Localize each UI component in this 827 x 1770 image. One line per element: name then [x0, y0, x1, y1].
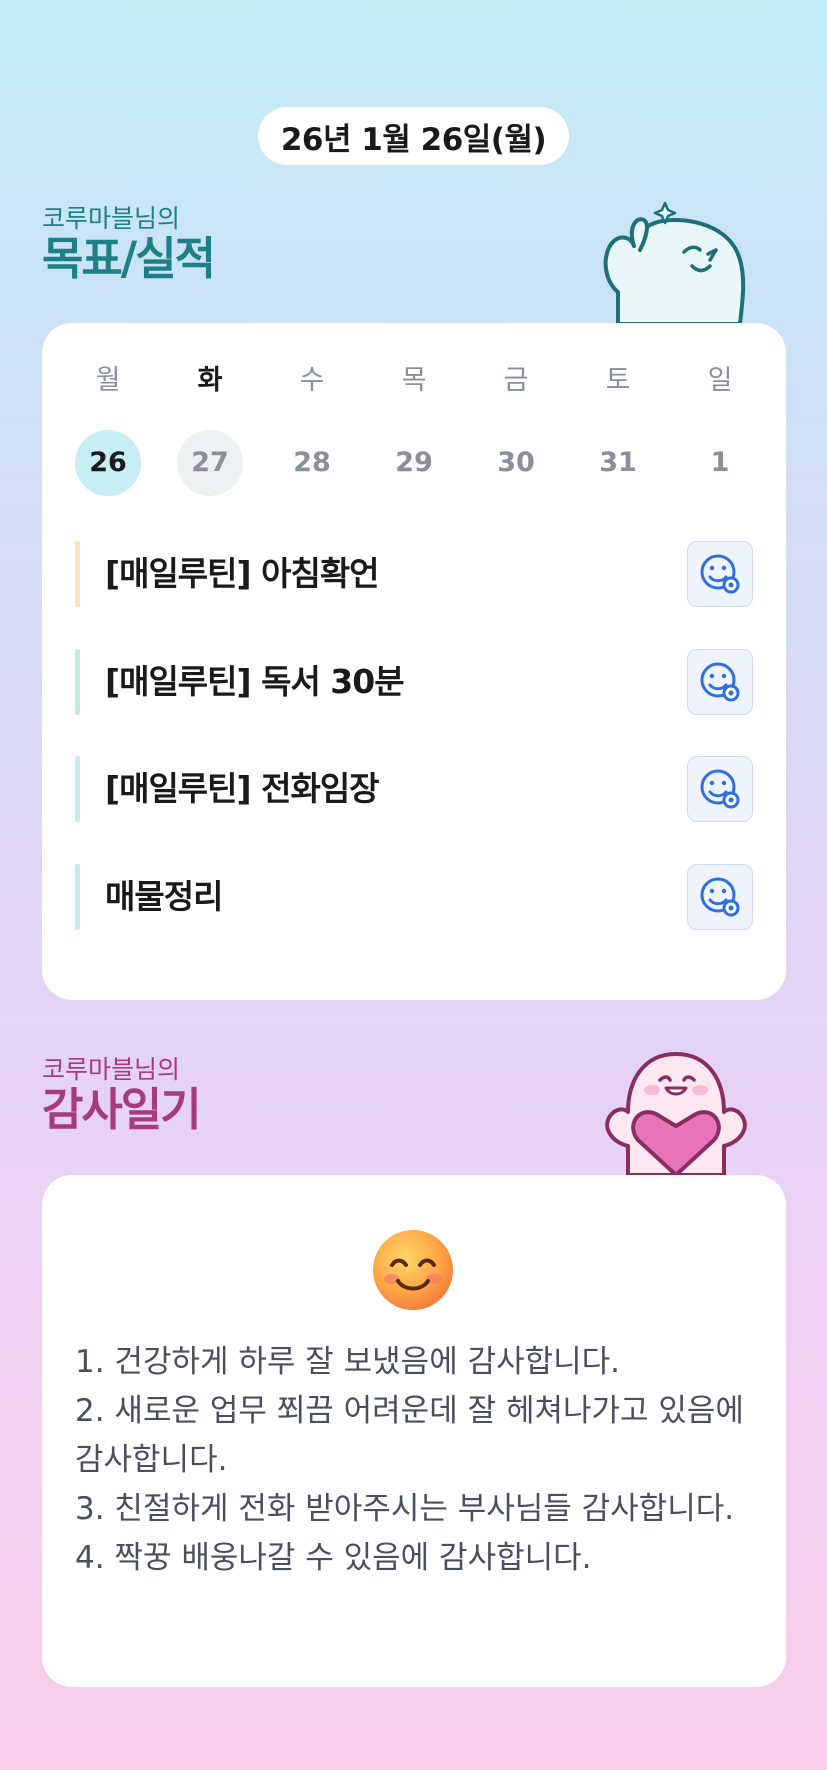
date-cell[interactable]: 28 [279, 430, 345, 496]
weekday-label: 월 [95, 365, 121, 396]
thanks-subtitle: 코루마블님의 [42, 1055, 181, 1084]
goals-title: 목표/실적 [42, 232, 216, 285]
pink-mascot-heart-illustration [605, 1052, 747, 1175]
date-cell[interactable]: 30 [483, 430, 549, 496]
goal-label: [매일루틴] 아침확언 [105, 554, 380, 593]
goal-item[interactable]: [매일루틴] 독서 30분 [75, 649, 753, 715]
goals-section-header: 코루마블님의 목표/실적 [42, 204, 216, 285]
goal-color-bar [75, 756, 80, 822]
diary-text: 1. 건강하게 하루 잘 보냈음에 감사합니다. 2. 새로운 업무 쬐끔 어려… [75, 1344, 744, 1576]
date-cell[interactable]: 31 [585, 430, 651, 496]
date-header: 26년 1월 26일(월) [258, 107, 569, 165]
weekday-label: 화 [197, 365, 223, 396]
weekday-row: 월 화 수 목 금 토 일 [42, 361, 786, 401]
thanks-section-header: 코루마블님의 감사일기 [42, 1055, 202, 1136]
goal-item[interactable]: [매일루틴] 아침확언 [75, 541, 753, 607]
date-cell-today[interactable]: 27 [177, 430, 243, 496]
goal-label: [매일루틴] 전화임장 [105, 769, 380, 808]
add-reaction-button[interactable] [687, 756, 753, 822]
goals-card: 월 화 수 목 금 토 일 26 27 28 29 30 31 1 [매일루틴]… [42, 323, 786, 1000]
smile-add-icon [700, 554, 740, 594]
goal-color-bar [75, 864, 80, 930]
weekday-label: 목 [401, 365, 427, 396]
smile-add-icon [700, 769, 740, 809]
date-cell[interactable]: 1 [687, 430, 753, 496]
add-reaction-button[interactable] [687, 541, 753, 607]
date-cell-selected[interactable]: 26 [75, 430, 141, 496]
goal-label: 매물정리 [105, 877, 223, 916]
goal-color-bar [75, 541, 80, 607]
goal-item[interactable]: 매물정리 [75, 864, 753, 930]
thanks-diary-card: 1. 건강하게 하루 잘 보냈음에 감사합니다. 2. 새로운 업무 쬐끔 어려… [42, 1175, 786, 1687]
goal-label: [매일루틴] 독서 30분 [105, 662, 405, 701]
date-row: 26 27 28 29 30 31 1 [42, 430, 786, 500]
thanks-title: 감사일기 [42, 1083, 202, 1136]
smiling-face-emoji-icon [373, 1230, 453, 1310]
smile-add-icon [700, 662, 740, 702]
weekday-label: 토 [605, 365, 631, 396]
weekday-label: 수 [299, 365, 325, 396]
goals-subtitle: 코루마블님의 [42, 204, 181, 233]
smile-add-icon [700, 877, 740, 917]
mint-mascot-illustration [603, 201, 746, 324]
weekday-label: 금 [503, 365, 529, 396]
goal-color-bar [75, 649, 80, 715]
weekday-label: 일 [707, 365, 733, 396]
date-cell[interactable]: 29 [381, 430, 447, 496]
goal-item[interactable]: [매일루틴] 전화임장 [75, 756, 753, 822]
add-reaction-button[interactable] [687, 649, 753, 715]
add-reaction-button[interactable] [687, 864, 753, 930]
